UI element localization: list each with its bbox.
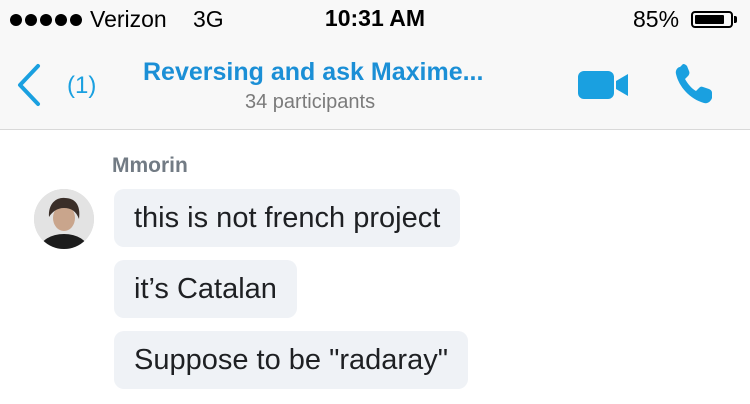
- video-camera-icon: [578, 71, 628, 99]
- message-bubble[interactable]: this is not french project: [114, 189, 461, 247]
- battery-percent: 85%: [633, 6, 680, 32]
- avatar[interactable]: [34, 189, 94, 249]
- phone-icon: [675, 64, 712, 104]
- message-bubble[interactable]: Suppose to be "radaray": [114, 331, 469, 389]
- status-bar: Verizon 3G 10:31 AM 85%: [0, 0, 750, 40]
- sender-name: Mmorin: [112, 154, 188, 177]
- video-call-button[interactable]: [574, 64, 634, 108]
- message-bubble[interactable]: it’s Catalan: [114, 260, 297, 318]
- battery-tip: [734, 16, 737, 23]
- participants-count[interactable]: 34 participants: [245, 91, 375, 114]
- battery-icon: [691, 11, 733, 28]
- voice-call-button[interactable]: [670, 60, 720, 110]
- unread-count-badge: (1): [67, 72, 97, 99]
- user-photo: [34, 189, 94, 249]
- back-button[interactable]: (1): [14, 62, 104, 108]
- chevron-left-icon: [18, 64, 40, 106]
- battery-level-fill: [695, 15, 724, 24]
- chat-title[interactable]: Reversing and ask Maxime...: [143, 58, 543, 87]
- chat-header: (1) Reversing and ask Maxime... 34 parti…: [0, 40, 750, 130]
